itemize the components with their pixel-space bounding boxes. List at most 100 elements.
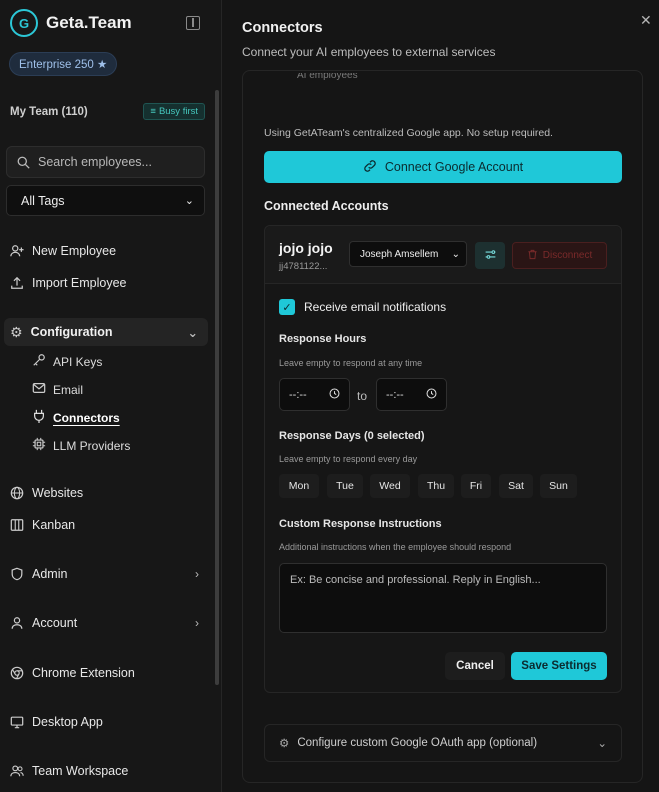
nav-label: Import Employee <box>32 276 127 290</box>
account-email: jj4781122... <box>279 261 328 272</box>
account-header: jojo jojo jj4781122... Joseph Amsellem ⌄… <box>265 226 621 284</box>
kanban-icon <box>10 518 24 532</box>
nav-label: Websites <box>32 486 84 500</box>
save-settings-button[interactable]: Save Settings <box>511 652 607 680</box>
settings-toggle-button[interactable] <box>475 242 505 269</box>
gear-icon: ⚙ <box>279 738 290 750</box>
plan-badge: Enterprise 250 ★ <box>9 52 118 76</box>
employee-select-value: Joseph Amsellem <box>360 248 439 260</box>
shield-icon <box>10 567 24 581</box>
nav-label: New Employee <box>32 244 117 258</box>
connect-google-label: Connect Google Account <box>384 160 524 174</box>
response-hours-title: Response Hours <box>279 333 367 345</box>
chevron-down-icon: ⌄ <box>184 195 194 207</box>
disconnect-label: Disconnect <box>542 250 593 261</box>
nav-connectors[interactable]: Connectors <box>32 409 120 426</box>
chevron-right-icon: › <box>195 616 199 630</box>
add-user-icon <box>10 244 24 258</box>
sliders-icon <box>484 248 497 264</box>
response-days-title: Response Days (0 selected) <box>279 430 425 442</box>
chevron-down-icon: ⌄ <box>187 325 198 340</box>
day-fri-button[interactable]: Fri <box>461 474 491 498</box>
nav-label: Admin <box>32 567 68 581</box>
instructions-title: Custom Response Instructions <box>279 518 442 530</box>
day-wed-button[interactable]: Wed <box>370 474 410 498</box>
to-label: to <box>357 389 368 403</box>
day-thu-button[interactable]: Thu <box>418 474 454 498</box>
connect-google-button[interactable]: Connect Google Account <box>264 151 622 183</box>
sort-badge-label: Busy first <box>158 106 198 117</box>
nav-label: Kanban <box>32 518 76 532</box>
nav-label: LLM Providers <box>53 438 131 453</box>
team-label: My Team (110) <box>10 105 88 118</box>
cpu-icon <box>32 437 46 454</box>
nav-chrome-extension[interactable]: Chrome Extension <box>10 666 135 680</box>
tags-select[interactable]: All Tags ⌄ <box>6 185 205 216</box>
email-notifications-checkbox[interactable]: ✓ <box>279 299 295 315</box>
day-tue-button[interactable]: Tue <box>327 474 363 498</box>
nav-label: API Keys <box>53 354 103 369</box>
account-card: jojo jojo jj4781122... Joseph Amsellem ⌄… <box>264 225 622 693</box>
close-icon[interactable]: ✕ <box>640 12 652 29</box>
globe-icon <box>10 486 24 500</box>
instructions-textarea[interactable]: Ex: Be concise and professional. Reply i… <box>279 563 607 633</box>
tags-select-value: All Tags <box>21 193 65 208</box>
email-notifications-label: Receive email notifications <box>304 300 447 314</box>
cut-off-text: AI employees <box>297 73 358 81</box>
nav-llm-providers[interactable]: LLM Providers <box>32 437 130 454</box>
disconnect-button[interactable]: Disconnect <box>512 242 607 269</box>
nav-configuration[interactable]: ⚙ Configuration ⌄ <box>4 318 208 346</box>
chevron-down-icon: ⌄ <box>597 738 607 750</box>
nav-label: Email <box>53 382 84 397</box>
time-from-input[interactable]: --:-- <box>279 378 350 411</box>
custom-oauth-label: Configure custom Google OAuth app (optio… <box>297 737 538 749</box>
day-mon-button[interactable]: Mon <box>279 474 319 498</box>
sort-badge[interactable]: ≡ Busy first <box>143 103 205 120</box>
google-connector-card: AI employees Using GetATeam's centralize… <box>242 70 643 783</box>
trash-icon <box>527 249 538 263</box>
upload-icon <box>10 276 24 290</box>
plug-icon <box>32 409 46 426</box>
nav-team-workspace[interactable]: Team Workspace <box>10 764 128 778</box>
monitor-icon <box>10 715 24 729</box>
nav-new-employee[interactable]: New Employee <box>10 244 116 258</box>
nav-api-keys[interactable]: API Keys <box>32 353 102 370</box>
time-to-value: --:-- <box>386 388 404 401</box>
info-text: Using GetATeam's centralized Google app.… <box>264 127 553 139</box>
response-hours-hint: Leave empty to respond at any time <box>279 358 423 368</box>
chevron-right-icon: › <box>195 567 199 581</box>
logo-icon: G <box>10 9 38 37</box>
account-name: jojo jojo <box>279 240 333 256</box>
nav-label: Connectors <box>53 410 120 425</box>
employee-select[interactable]: Joseph Amsellem ⌄ <box>349 241 467 267</box>
nav-import-employee[interactable]: Import Employee <box>10 276 126 290</box>
mail-icon <box>32 381 46 398</box>
day-sun-button[interactable]: Sun <box>540 474 577 498</box>
nav-label: Desktop App <box>32 715 103 729</box>
connectors-panel: ✕ Connectors Connect your AI employees t… <box>222 0 659 792</box>
panel-subtitle: Connect your AI employees to external se… <box>242 45 496 59</box>
search-input[interactable] <box>38 155 188 169</box>
key-icon <box>32 353 46 370</box>
nav-email[interactable]: Email <box>32 381 83 398</box>
sidebar-scrollbar[interactable] <box>215 90 219 685</box>
collapse-sidebar-icon[interactable] <box>186 16 200 30</box>
link-icon <box>363 159 377 176</box>
nav-account[interactable]: Account › <box>10 616 205 630</box>
sidebar: G Geta.Team Enterprise 250 ★ My Team (11… <box>0 0 222 792</box>
day-sat-button[interactable]: Sat <box>499 474 533 498</box>
brand[interactable]: G Geta.Team <box>10 9 132 37</box>
nav-websites[interactable]: Websites <box>10 486 83 500</box>
search-box <box>6 146 205 178</box>
nav-kanban[interactable]: Kanban <box>10 518 75 532</box>
email-notifications-row[interactable]: ✓ Receive email notifications <box>279 299 446 315</box>
nav-admin[interactable]: Admin › <box>10 567 205 581</box>
filter-icon: ≡ <box>150 106 156 117</box>
nav-label: Team Workspace <box>32 764 129 778</box>
time-to-input[interactable]: --:-- <box>376 378 447 411</box>
custom-oauth-toggle[interactable]: ⚙ Configure custom Google OAuth app (opt… <box>264 724 622 762</box>
cancel-button[interactable]: Cancel <box>445 652 505 680</box>
nav-desktop-app[interactable]: Desktop App <box>10 715 103 729</box>
search-icon <box>17 156 30 169</box>
user-icon <box>10 616 24 630</box>
